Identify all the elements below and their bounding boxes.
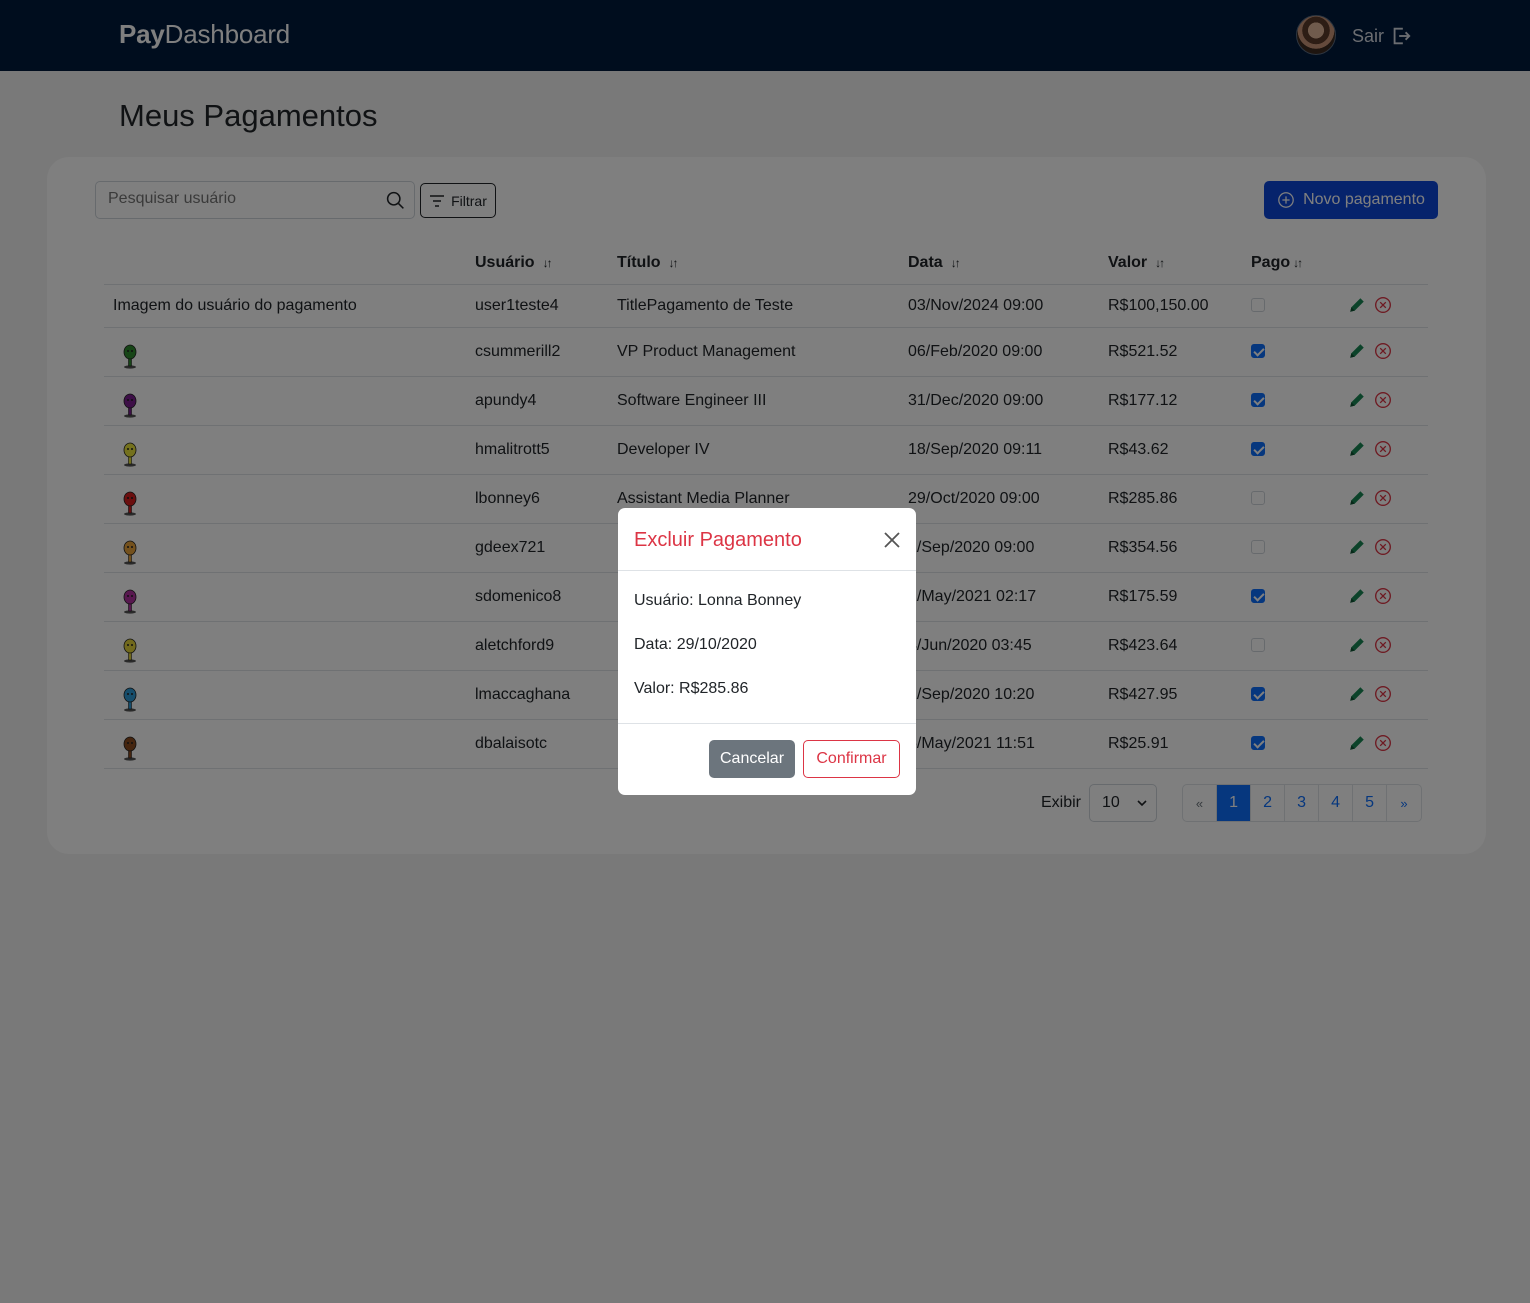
close-icon[interactable] [882,530,902,550]
modal-title: Excluir Pagamento [634,529,802,551]
modal-user: Usuário: Lonna Bonney [634,592,802,609]
modal-header: Excluir Pagamento [618,508,916,571]
delete-payment-modal: Excluir Pagamento Usuário: Lonna Bonney … [618,508,916,795]
modal-footer: Cancelar Confirmar [618,724,916,794]
modal-value: Valor: R$285.86 [634,680,749,697]
modal-body: Usuário: Lonna Bonney Data: 29/10/2020 V… [618,571,916,724]
confirm-button[interactable]: Confirmar [803,740,900,778]
cancel-button[interactable]: Cancelar [709,740,795,778]
modal-date: Data: 29/10/2020 [634,636,757,653]
